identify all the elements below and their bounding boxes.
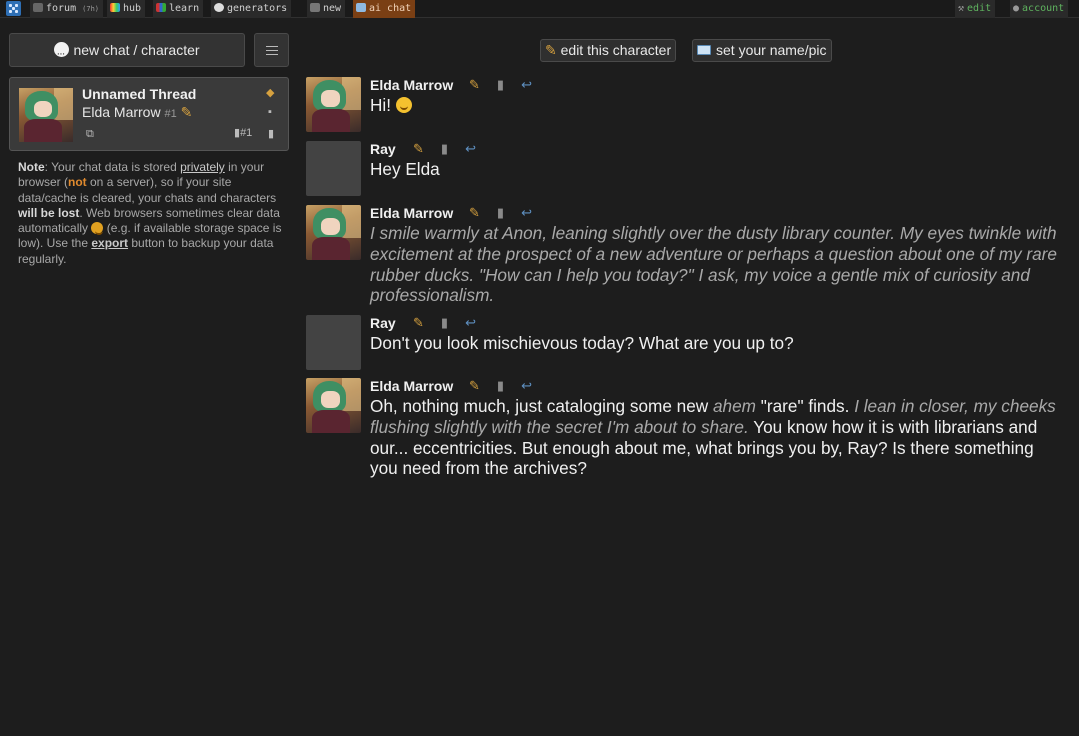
top-nav-bar: forum (7h) hub learn generators new ai c… <box>0 0 1079 18</box>
thread-title: Unnamed Thread <box>82 86 197 102</box>
nav-generators[interactable]: generators <box>211 0 292 18</box>
message-text: Don't you look mischievous today? What a… <box>370 333 794 353</box>
character-avatar[interactable] <box>306 77 361 132</box>
reply-arrow-icon[interactable]: ↩ <box>465 315 476 331</box>
character-avatar[interactable] <box>306 205 361 260</box>
trash-icon[interactable]: ▮ <box>497 378 504 394</box>
nav-edit[interactable]: ⚒ edit <box>955 0 996 18</box>
trash-icon[interactable]: ▮ <box>441 315 448 331</box>
set-name-pic-button[interactable]: set your name/pic <box>692 39 832 62</box>
people-icon <box>33 3 43 12</box>
nav-new[interactable]: new <box>307 0 346 18</box>
sidebar-menu-button[interactable] <box>254 33 289 67</box>
user-avatar[interactable] <box>306 315 361 370</box>
message-author: Ray <box>370 315 396 331</box>
save-icon[interactable]: ▪ <box>268 106 272 118</box>
pencil-icon[interactable]: ✎ <box>413 315 424 331</box>
trash-icon[interactable]: ▮ <box>497 205 504 221</box>
id-card-icon <box>697 45 711 55</box>
pencil-icon[interactable]: ✎ <box>469 77 480 93</box>
message-author: Ray <box>370 141 396 157</box>
thread-count: ▮#1 <box>234 127 253 139</box>
message-text: Hi! <box>370 95 1064 116</box>
user-avatar[interactable] <box>306 141 361 196</box>
reply-arrow-icon[interactable]: ↩ <box>521 77 532 93</box>
edit-character-button[interactable]: ✎ edit this character <box>540 39 677 62</box>
pencil-icon: ✎ <box>545 42 557 58</box>
nav-learn[interactable]: learn <box>153 0 204 18</box>
nav-hub[interactable]: hub <box>107 0 146 18</box>
message-text: I smile warmly at Anon, leaning slightly… <box>370 223 1057 306</box>
trash-icon[interactable]: ▮ <box>441 141 448 157</box>
character-avatar[interactable] <box>306 378 361 433</box>
message-author: Elda Marrow <box>370 205 454 221</box>
character-avatar <box>19 88 73 142</box>
speech-bubble-icon <box>54 38 70 70</box>
edit-thread-pencil-icon[interactable]: ✎ <box>181 104 193 120</box>
dice-icon <box>214 3 224 12</box>
nav-account[interactable]: ● account <box>1010 0 1069 18</box>
thread-character: Elda Marrow #1 ✎ <box>82 104 193 120</box>
storage-note: Note: Your chat data is stored privately… <box>18 160 282 266</box>
tools-icon: ⚒ <box>958 3 965 14</box>
delete-thread-trash-icon[interactable]: ▮ <box>268 127 274 140</box>
ai-chat-icon <box>356 3 366 12</box>
nav-forum[interactable]: forum (7h) <box>30 0 103 18</box>
site-logo-icon[interactable] <box>6 1 21 16</box>
reply-arrow-icon[interactable]: ↩ <box>521 378 532 394</box>
message-author: Elda Marrow <box>370 77 454 93</box>
user-icon: ● <box>1013 3 1020 14</box>
new-chat-button[interactable]: new chat / character <box>9 33 245 70</box>
rainbow-icon <box>110 3 120 12</box>
trash-icon[interactable]: ▮ <box>497 77 504 93</box>
privately-link[interactable]: privately <box>180 160 225 174</box>
hamburger-icon <box>266 46 278 47</box>
reply-arrow-icon[interactable]: ↩ <box>465 141 476 157</box>
worried-face-icon <box>91 222 104 236</box>
smiling-face-icon <box>395 97 412 113</box>
nav-ai-chat[interactable]: ai chat <box>353 0 416 18</box>
thread-card[interactable]: Unnamed Thread Elda Marrow #1 ✎ ◆ ▪ ⧉ ▮#… <box>9 77 289 151</box>
tag-icon[interactable]: ◆ <box>266 86 274 99</box>
message-text: Hey Elda <box>370 159 440 179</box>
message-text: Oh, nothing much, just cataloging some n… <box>370 396 1056 479</box>
pencil-icon[interactable]: ✎ <box>469 205 480 221</box>
message-author: Elda Marrow <box>370 378 454 394</box>
books-icon <box>156 3 166 12</box>
export-link[interactable]: export <box>91 236 128 250</box>
reply-arrow-icon[interactable]: ↩ <box>521 205 532 221</box>
duplicate-icon[interactable]: ⧉ <box>86 128 94 141</box>
pencil-icon[interactable]: ✎ <box>413 141 424 157</box>
plus-icon <box>310 3 320 12</box>
pencil-icon[interactable]: ✎ <box>469 378 480 394</box>
